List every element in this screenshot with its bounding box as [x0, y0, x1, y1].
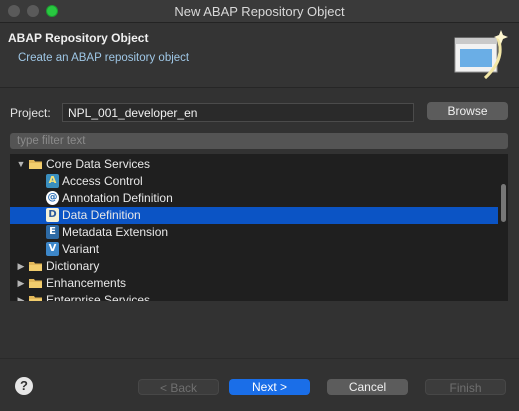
folder-icon: [29, 160, 42, 169]
help-icon[interactable]: ?: [15, 377, 33, 395]
wizard-banner-icon: [454, 30, 508, 80]
next-button[interactable]: Next >: [229, 379, 310, 395]
wizard-description: Create an ABAP repository object: [18, 52, 190, 64]
tree-item-label: Access Control: [62, 174, 143, 188]
tree-item-metadata-extension[interactable]: E Metadata Extension: [10, 224, 498, 241]
browse-button[interactable]: Browse: [427, 102, 508, 120]
title-bar: New ABAP Repository Object: [0, 0, 519, 23]
metadata-extension-icon: E: [46, 225, 59, 239]
tree-item-label: Data Definition: [62, 208, 141, 222]
tree-item-label: Annotation Definition: [62, 191, 173, 205]
tree-item-enterprise-services[interactable]: ▶ Enterprise Services: [10, 292, 498, 301]
wizard-header: ABAP Repository Object Create an ABAP re…: [0, 23, 519, 88]
project-label: Project:: [10, 106, 51, 120]
tree-item-label: Dictionary: [46, 259, 100, 273]
footer-divider: [0, 358, 519, 359]
tree-scrollbar-thumb[interactable]: [501, 184, 506, 222]
finish-button[interactable]: Finish: [425, 379, 506, 395]
tree-item-core-data-services[interactable]: ▼ Core Data Services: [10, 156, 498, 173]
tree-item-access-control[interactable]: A Access Control: [10, 173, 498, 190]
collapsed-arrow-icon[interactable]: ▶: [16, 258, 26, 275]
tree-scrollbar-track[interactable]: [498, 154, 508, 301]
folder-icon: [29, 279, 42, 288]
expanded-arrow-icon[interactable]: ▼: [16, 156, 26, 173]
tree-item-label: Enhancements: [46, 276, 127, 290]
tree-item-label: Core Data Services: [46, 157, 151, 171]
tree-item-dictionary[interactable]: ▶ Dictionary: [10, 258, 498, 275]
tree-item-variant[interactable]: V Variant: [10, 241, 498, 258]
collapsed-arrow-icon[interactable]: ▶: [16, 292, 26, 301]
collapsed-arrow-icon[interactable]: ▶: [16, 275, 26, 292]
tree-item-enhancements[interactable]: ▶ Enhancements: [10, 275, 498, 292]
tree-item-label: Enterprise Services: [46, 293, 151, 301]
folder-icon: [29, 296, 42, 301]
folder-icon: [29, 262, 42, 271]
tree-item-data-definition[interactable]: D Data Definition: [10, 207, 498, 224]
wizard-title: ABAP Repository Object: [8, 31, 149, 45]
cancel-button[interactable]: Cancel: [327, 379, 408, 395]
tree-item-label: Variant: [62, 242, 100, 256]
project-field[interactable]: NPL_001_developer_en: [62, 103, 414, 122]
filter-input[interactable]: type filter text: [10, 133, 508, 149]
annotation-icon: @: [46, 191, 59, 205]
variant-icon: V: [46, 242, 59, 256]
access-control-icon: A: [46, 174, 59, 188]
window-title: New ABAP Repository Object: [174, 4, 345, 19]
tree-item-annotation-definition[interactable]: @ Annotation Definition: [10, 190, 498, 207]
tree-item-label: Metadata Extension: [62, 225, 169, 239]
back-button[interactable]: < Back: [138, 379, 219, 395]
data-definition-icon: D: [46, 208, 59, 222]
object-type-tree: ▼ Core Data Services A Access Control @ …: [10, 154, 508, 301]
